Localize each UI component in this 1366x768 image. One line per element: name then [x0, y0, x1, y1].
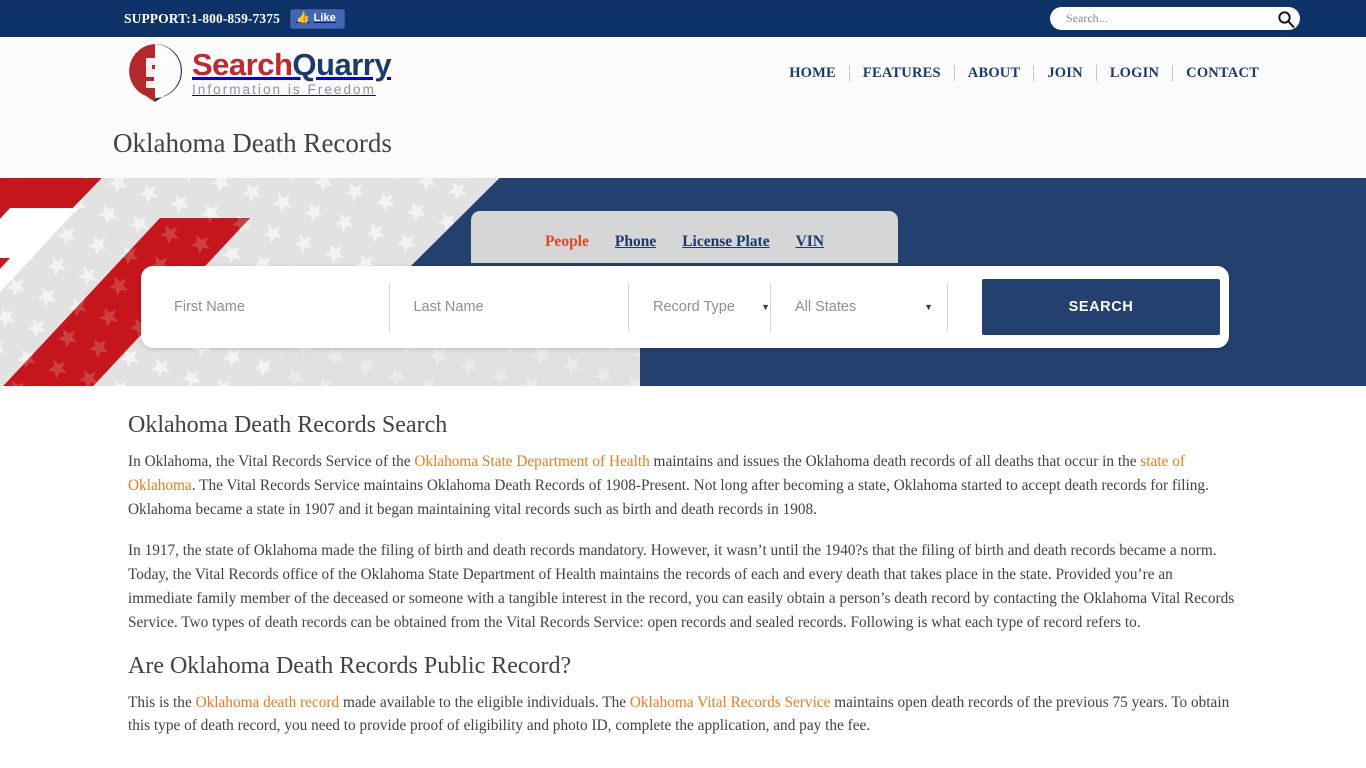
paragraph-public-record: This is the Oklahoma death record made a… [128, 691, 1238, 739]
search-input[interactable] [1066, 11, 1276, 26]
main-content: Oklahoma Death Records Search In Oklahom… [0, 386, 1366, 738]
nav-item-features[interactable]: FEATURES [850, 65, 954, 82]
section-heading-public-record: Are Oklahoma Death Records Public Record… [128, 652, 572, 679]
site-logo[interactable]: SearchQuarry Information is Freedom [124, 42, 392, 104]
last-name-input[interactable] [413, 299, 628, 315]
hero-search-banner: People Phone License Plate VIN Record Ty… [0, 178, 1366, 386]
thumbs-up-icon: 👍 [295, 12, 310, 24]
p1-seg2: maintains and issues the Oklahoma death … [649, 453, 1141, 470]
paragraph-history: In 1917, the state of Oklahoma made the … [128, 542, 1235, 631]
facebook-like-button[interactable]: 👍 Like [289, 8, 345, 29]
field-divider [947, 282, 949, 332]
nav-item-join[interactable]: JOIN [1034, 65, 1095, 82]
page-title-band: Oklahoma Death Records [0, 109, 1366, 178]
searchquarry-shield-logo-icon [124, 42, 186, 104]
nav-item-home[interactable]: HOME [776, 65, 849, 82]
link-oklahoma-death-record[interactable]: Oklahoma death record [196, 694, 340, 711]
support-area: SUPPORT:1-800-859-7375 👍 Like [124, 8, 345, 29]
magnifier-icon[interactable] [1276, 9, 1296, 29]
logo-tagline: Information is Freedom [192, 82, 376, 98]
state-select[interactable]: All States ▼ [771, 266, 947, 348]
record-type-select[interactable]: Record Type ▼ [629, 266, 770, 348]
paragraph-intro: In Oklahoma, the Vital Records Service o… [128, 450, 1238, 521]
top-search-box[interactable] [1050, 7, 1300, 30]
chevron-down-icon[interactable]: ▼ [761, 302, 770, 312]
p3-seg2: made available to the eligible individua… [339, 693, 630, 711]
nav-item-login[interactable]: LOGIN [1097, 65, 1172, 82]
facebook-like-label: Like [313, 12, 336, 24]
people-search-form: Record Type ▼ All States ▼ SEARCH [141, 266, 1229, 348]
first-name-input[interactable] [174, 299, 389, 315]
last-name-field[interactable] [389, 266, 628, 348]
link-oklahoma-state-department-of-health[interactable]: Oklahoma State Department of Health [414, 453, 649, 470]
top-utility-bar: SUPPORT:1-800-859-7375 👍 Like [0, 0, 1366, 37]
page-title: Oklahoma Death Records [113, 128, 392, 158]
search-button[interactable]: SEARCH [982, 279, 1220, 335]
search-type-tabs: People Phone License Plate VIN [471, 211, 898, 263]
record-type-value: Record Type [652, 299, 735, 315]
nav-item-about[interactable]: ABOUT [955, 65, 1034, 82]
p1-seg1: In Oklahoma, the Vital Records Service o… [128, 453, 415, 470]
p1-seg3: . The Vital Records Service maintains Ok… [128, 476, 1209, 518]
p3-seg1: This is the [128, 693, 196, 711]
chevron-down-icon[interactable]: ▼ [924, 302, 933, 312]
tab-phone[interactable]: Phone [615, 233, 656, 251]
tab-people[interactable]: People [545, 233, 589, 251]
tab-license-plate[interactable]: License Plate [682, 233, 769, 251]
logo-name-quarry: Quarry [292, 47, 392, 83]
main-navigation: HOME FEATURES ABOUT JOIN LOGIN CONTACT [776, 65, 1272, 82]
link-oklahoma-vital-records-service[interactable]: Oklahoma Vital Records Service [630, 694, 831, 711]
support-phone-label: SUPPORT:1-800-859-7375 [124, 10, 280, 26]
logo-name-search: Search [192, 47, 293, 83]
first-name-field[interactable] [150, 266, 389, 348]
nav-item-contact[interactable]: CONTACT [1173, 65, 1272, 82]
site-header: SearchQuarry Information is Freedom HOME… [0, 37, 1366, 109]
tab-vin[interactable]: VIN [796, 233, 824, 251]
section-heading-search: Oklahoma Death Records Search [128, 412, 448, 438]
